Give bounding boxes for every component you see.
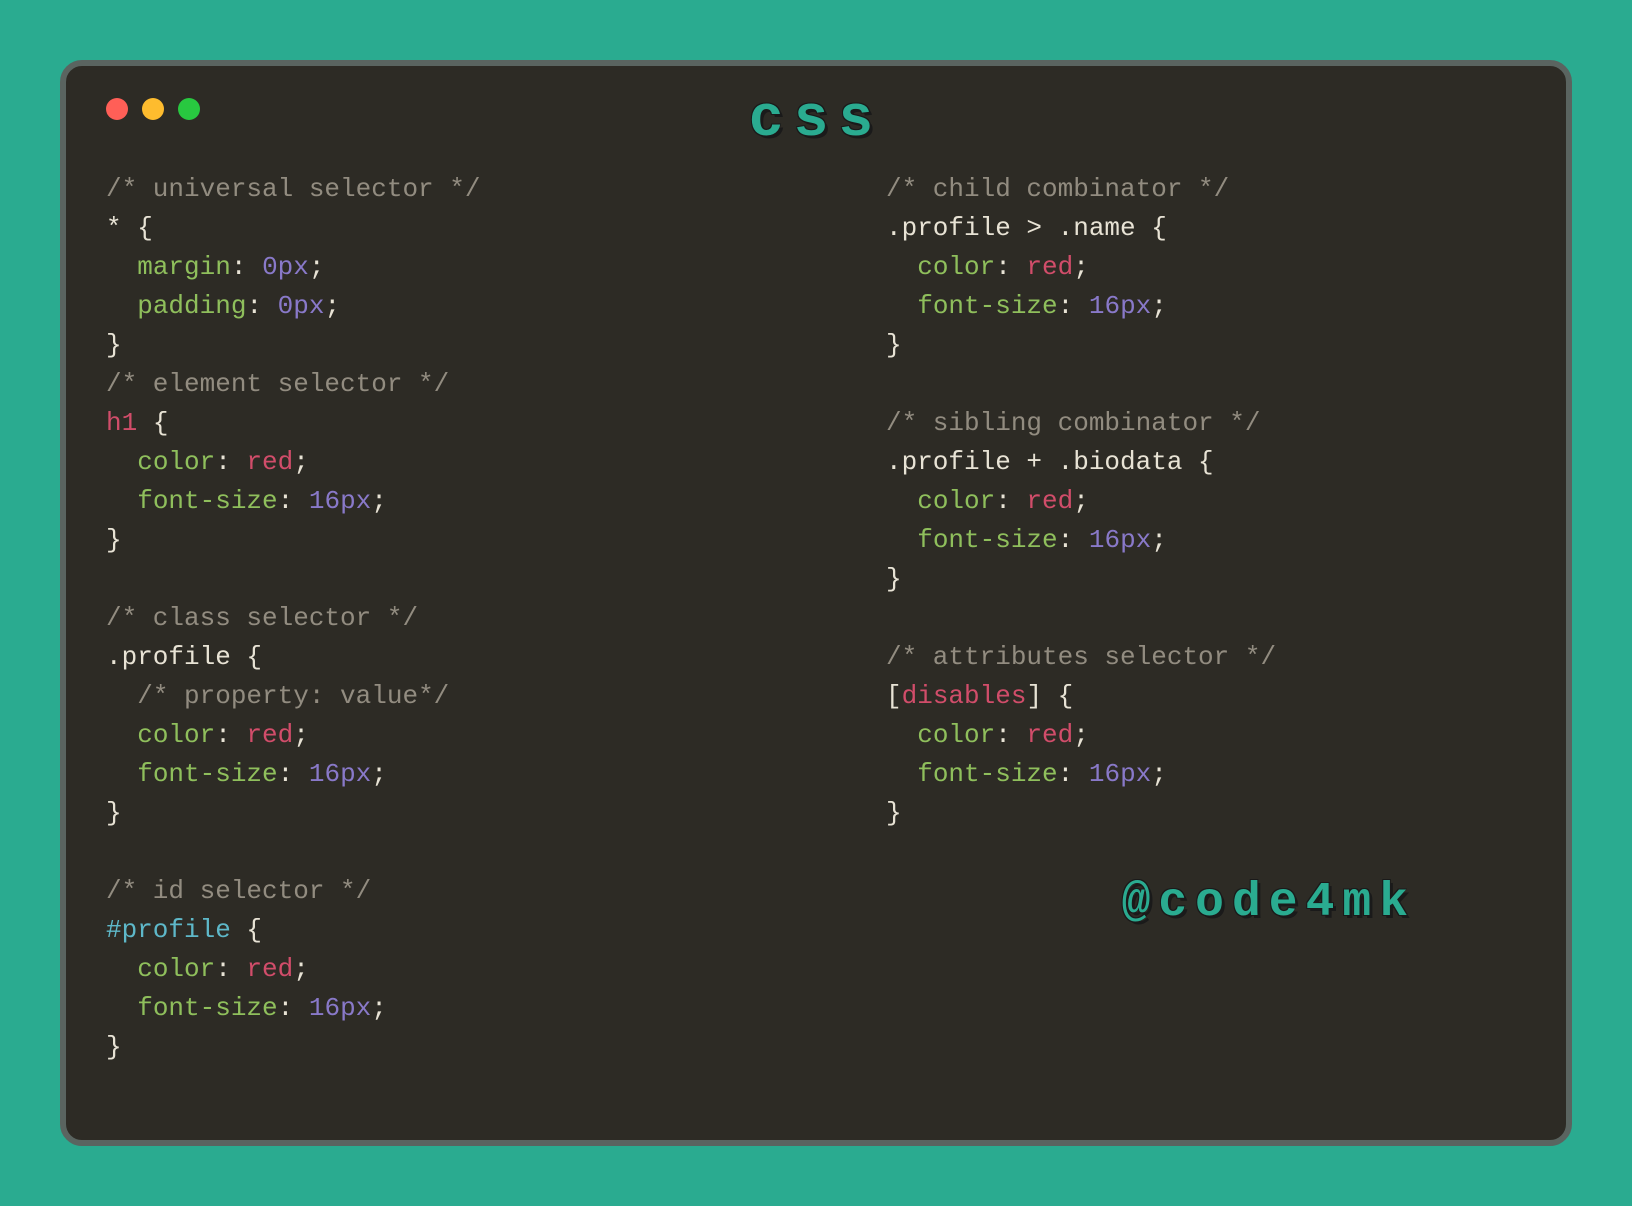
comment-id: /* id selector */ bbox=[106, 876, 371, 906]
brace: } bbox=[106, 330, 122, 360]
brace: } bbox=[106, 1032, 122, 1062]
universal-selector: * bbox=[106, 213, 137, 243]
brace: { bbox=[1042, 681, 1073, 711]
brace: { bbox=[137, 213, 153, 243]
code-window: css /* universal selector */ * { margin:… bbox=[60, 60, 1572, 1146]
code-column-right: /* child combinator */ .profile > .name … bbox=[826, 170, 1526, 1067]
val-fontsize: 16px bbox=[309, 993, 371, 1023]
val-fontsize: 16px bbox=[1089, 759, 1151, 789]
window-title: css bbox=[749, 88, 883, 153]
comment-class: /* class selector */ bbox=[106, 603, 418, 633]
val-color: red bbox=[1026, 486, 1073, 516]
author-handle: @code4mk bbox=[1122, 876, 1416, 930]
attribute-selector: disables bbox=[902, 681, 1027, 711]
val-color: red bbox=[246, 954, 293, 984]
brace: } bbox=[106, 525, 122, 555]
brace: { bbox=[137, 408, 168, 438]
comment-sibling: /* sibling combinator */ bbox=[886, 408, 1260, 438]
prop-margin: margin bbox=[137, 252, 231, 282]
prop-fontsize: font-size bbox=[137, 486, 277, 516]
val-fontsize: 16px bbox=[1089, 291, 1151, 321]
val-fontsize: 16px bbox=[309, 486, 371, 516]
brace: { bbox=[1136, 213, 1167, 243]
val-color: red bbox=[246, 447, 293, 477]
brace: } bbox=[886, 798, 902, 828]
val-fontsize: 16px bbox=[309, 759, 371, 789]
child-combinator-selector: .profile > .name bbox=[886, 213, 1136, 243]
prop-color: color bbox=[917, 252, 995, 282]
class-selector: .profile bbox=[106, 642, 231, 672]
maximize-icon[interactable] bbox=[178, 98, 200, 120]
prop-color: color bbox=[137, 720, 215, 750]
val-color: red bbox=[1026, 720, 1073, 750]
brace: { bbox=[231, 915, 262, 945]
prop-color: color bbox=[917, 486, 995, 516]
brace: } bbox=[886, 564, 902, 594]
prop-color: color bbox=[917, 720, 995, 750]
comment-child: /* child combinator */ bbox=[886, 174, 1229, 204]
comment-attr: /* attributes selector */ bbox=[886, 642, 1276, 672]
comment-propval: /* property: value*/ bbox=[137, 681, 449, 711]
comment-element: /* element selector */ bbox=[106, 369, 449, 399]
bracket-open: [ bbox=[886, 681, 902, 711]
val-color: red bbox=[246, 720, 293, 750]
brace: } bbox=[886, 330, 902, 360]
bracket-close: ] bbox=[1026, 681, 1042, 711]
code-column-left: /* universal selector */ * { margin: 0px… bbox=[106, 170, 746, 1067]
element-selector: h1 bbox=[106, 408, 137, 438]
val-color: red bbox=[1026, 252, 1073, 282]
brace: { bbox=[231, 642, 262, 672]
val-padding: 0px bbox=[278, 291, 325, 321]
prop-color: color bbox=[137, 447, 215, 477]
brace: { bbox=[1182, 447, 1213, 477]
brace: } bbox=[106, 798, 122, 828]
sibling-combinator-selector: .profile + .biodata bbox=[886, 447, 1182, 477]
code-columns: /* universal selector */ * { margin: 0px… bbox=[106, 170, 1526, 1067]
prop-fontsize: font-size bbox=[917, 291, 1057, 321]
id-selector: #profile bbox=[106, 915, 231, 945]
prop-padding: padding bbox=[137, 291, 246, 321]
prop-fontsize: font-size bbox=[917, 759, 1057, 789]
prop-fontsize: font-size bbox=[917, 525, 1057, 555]
val-margin: 0px bbox=[262, 252, 309, 282]
close-icon[interactable] bbox=[106, 98, 128, 120]
comment-universal: /* universal selector */ bbox=[106, 174, 480, 204]
val-fontsize: 16px bbox=[1089, 525, 1151, 555]
prop-color: color bbox=[137, 954, 215, 984]
prop-fontsize: font-size bbox=[137, 759, 277, 789]
minimize-icon[interactable] bbox=[142, 98, 164, 120]
prop-fontsize: font-size bbox=[137, 993, 277, 1023]
